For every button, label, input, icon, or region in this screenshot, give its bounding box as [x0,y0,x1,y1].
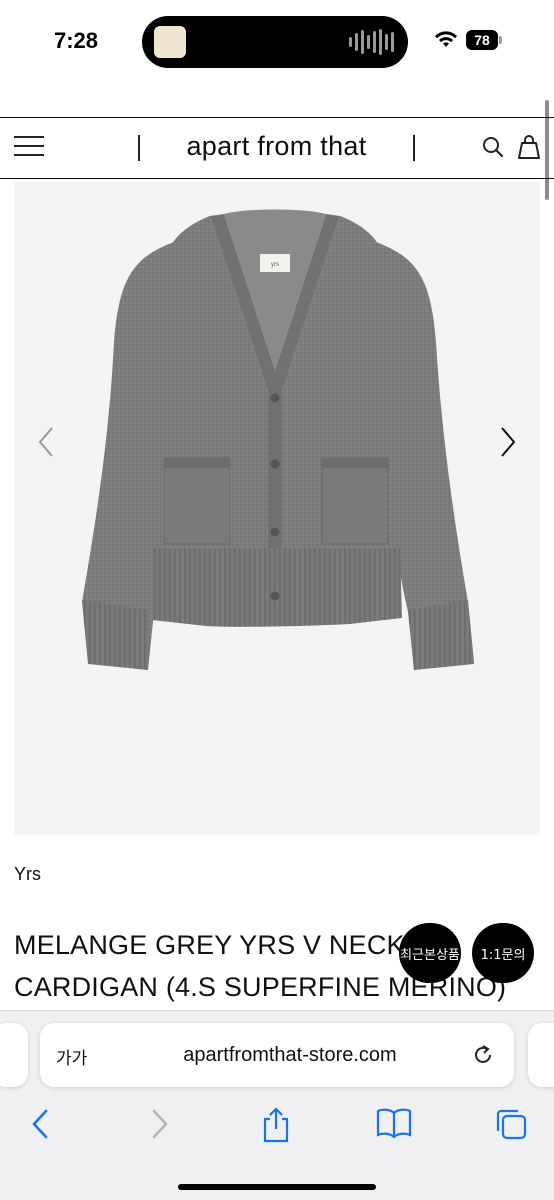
address-bar[interactable]: 가가 apartfromthat-store.com [40,1023,514,1087]
cardigan-illustration: yrs [82,209,474,670]
wifi-icon [435,31,457,47]
dynamic-island[interactable] [142,16,408,68]
now-playing-thumbnail [154,26,186,58]
audio-waveform-icon [349,29,394,55]
search-icon[interactable] [482,136,504,158]
one-on-one-inquiry-button[interactable]: 1:1문의 [472,923,534,983]
product-brand[interactable]: Yrs [14,864,41,885]
hamburger-menu-icon[interactable] [14,136,44,160]
next-tab-preview[interactable] [528,1023,554,1087]
reload-icon[interactable] [470,1042,496,1068]
url-text[interactable]: apartfromthat-store.com [130,1044,450,1067]
bookmarks-icon[interactable] [376,1107,412,1139]
tabs-icon[interactable] [494,1107,528,1141]
battery-icon: 78 [466,30,502,50]
forward-icon[interactable] [146,1107,172,1141]
battery-level: 78 [466,30,498,50]
back-icon[interactable] [28,1107,54,1141]
browser-bottom-bar: 가가 apartfromthat-store.com [0,1010,554,1200]
garment-label-text: yrs [271,262,279,268]
header-divider [413,135,415,161]
next-image-arrow-icon[interactable] [494,422,524,462]
previous-image-arrow-icon[interactable] [32,422,62,462]
recently-viewed-button[interactable]: 최근본상품 [399,923,461,983]
share-icon[interactable] [260,1107,292,1143]
site-logo[interactable]: apart from that [140,131,413,162]
product-title: MELANGE GREY YRS V NECK CARDIGAN (4.S SU… [14,930,507,1002]
status-bar: 7:28 78 [0,0,554,84]
shopping-bag-icon[interactable] [516,134,542,160]
product-image[interactable]: yrs [14,182,540,835]
previous-tab-preview[interactable] [0,1023,28,1087]
text-size-button[interactable]: 가가 [56,1044,87,1069]
browser-toolbar [0,1099,554,1149]
status-time: 7:28 [54,28,99,53]
site-header: apart from that [0,117,554,179]
home-indicator[interactable] [178,1184,376,1190]
